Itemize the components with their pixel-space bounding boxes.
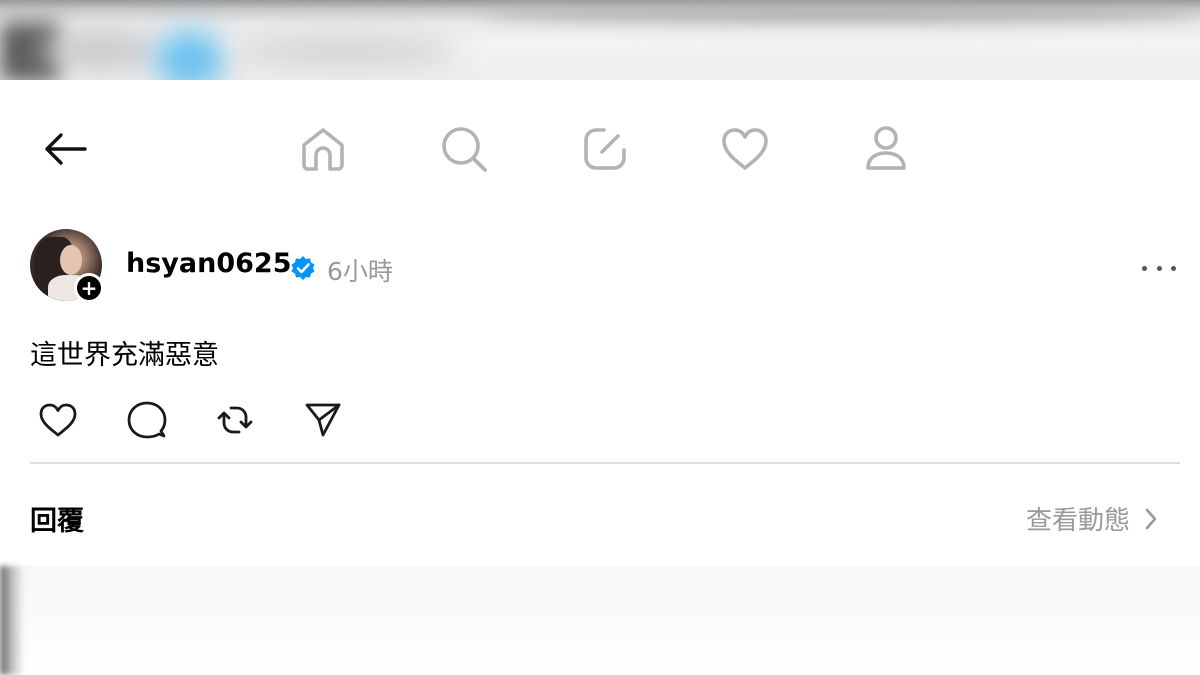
back-button[interactable] xyxy=(38,128,92,170)
profile-icon xyxy=(866,126,906,170)
comment-icon xyxy=(127,401,167,439)
top-navigation xyxy=(0,80,1200,220)
like-icon xyxy=(39,403,77,437)
more-options-button[interactable] xyxy=(1142,258,1176,278)
comment-button[interactable] xyxy=(125,398,169,442)
nav-activity-button[interactable] xyxy=(718,124,772,174)
post-timestamp[interactable]: 6小時 xyxy=(327,252,393,288)
heart-icon xyxy=(722,128,768,170)
blurred-top-bar xyxy=(0,0,1200,80)
more-dot-icon xyxy=(1171,265,1176,271)
repost-icon xyxy=(217,406,253,434)
blurred-bottom-area xyxy=(0,566,1200,675)
nav-compose-button[interactable] xyxy=(578,124,632,174)
home-icon xyxy=(302,128,344,171)
plus-icon: + xyxy=(77,276,101,300)
more-dot-icon xyxy=(1142,265,1147,271)
nav-profile-button[interactable] xyxy=(859,124,913,174)
post-username[interactable]: hsyan0625 xyxy=(126,248,291,279)
author-avatar-button[interactable]: + xyxy=(30,229,106,305)
share-icon xyxy=(305,403,341,437)
nav-home-button[interactable] xyxy=(296,124,350,174)
verified-badge-icon xyxy=(291,256,315,280)
screenshot-frame: + hsyan0625 6小時 這世界充滿惡意 回覆 查看動態 xyxy=(0,0,1200,675)
view-activity-link[interactable]: 查看動態 xyxy=(1026,500,1158,537)
repost-button[interactable] xyxy=(213,398,257,442)
view-activity-label: 查看動態 xyxy=(1026,506,1131,536)
arrow-left-icon xyxy=(45,133,87,165)
chevron-right-icon xyxy=(1145,508,1157,529)
post-text: 這世界充滿惡意 xyxy=(30,340,219,371)
share-button[interactable] xyxy=(301,398,345,442)
replies-heading: 回覆 xyxy=(30,506,84,537)
nav-search-button[interactable] xyxy=(437,124,491,174)
follow-add-button[interactable]: + xyxy=(74,273,104,303)
divider xyxy=(30,462,1180,464)
like-button[interactable] xyxy=(36,398,80,442)
search-icon xyxy=(442,127,487,172)
more-dot-icon xyxy=(1156,265,1162,271)
compose-icon xyxy=(584,128,626,170)
